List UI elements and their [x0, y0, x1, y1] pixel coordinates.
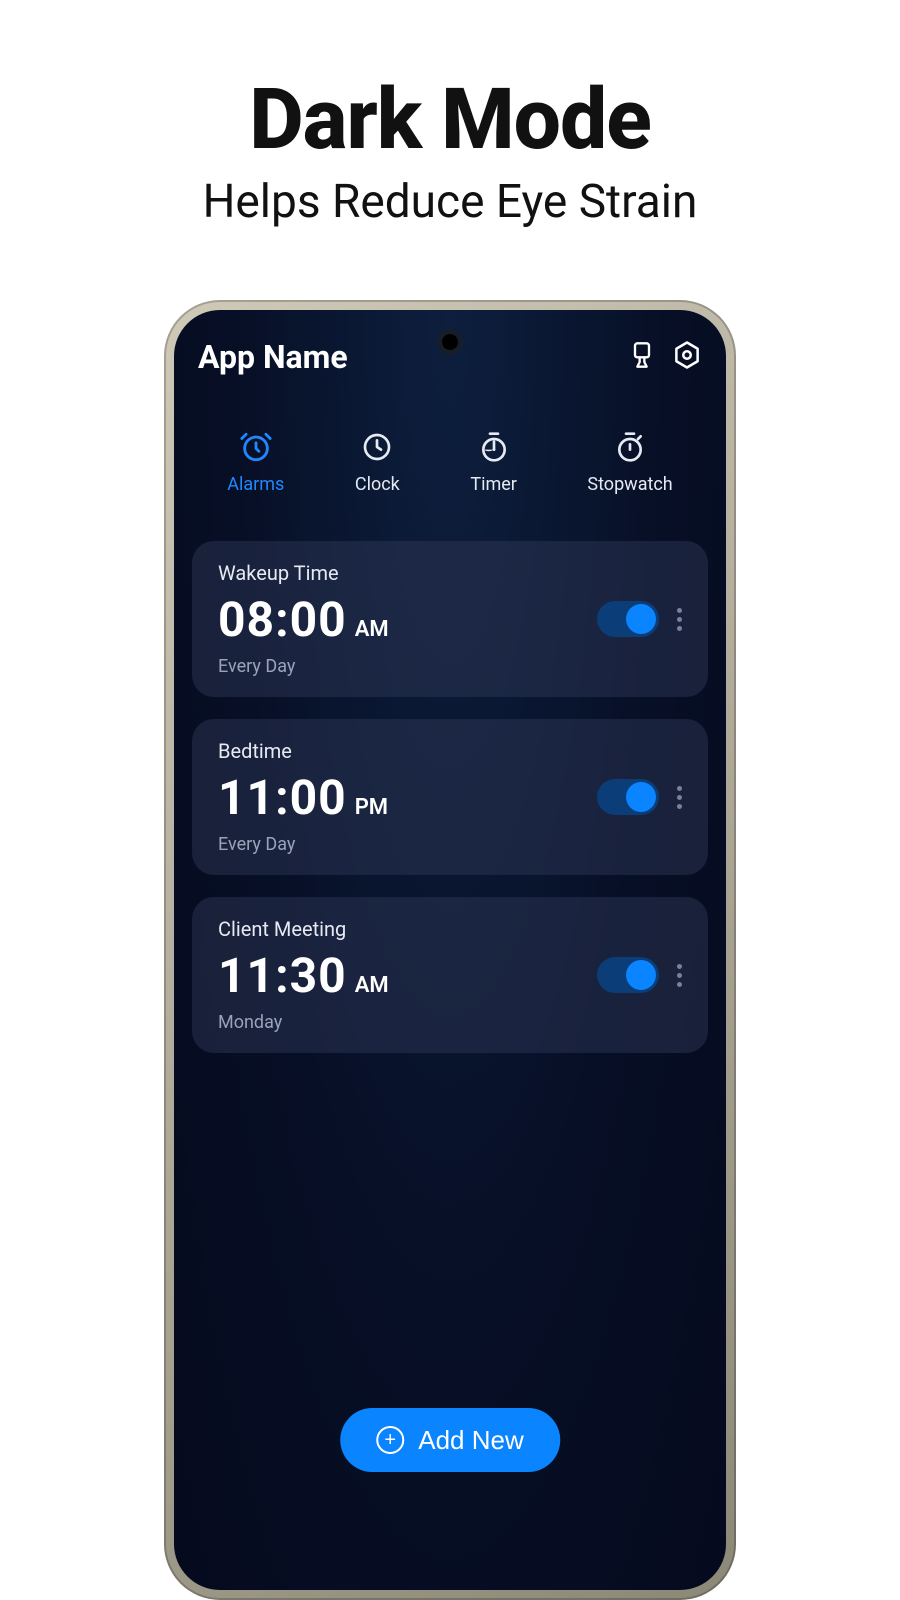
header-actions [628, 340, 702, 374]
promo-block: Dark Mode Helps Reduce Eye Strain [0, 0, 900, 229]
alarms-list: Wakeup Time 08:00 AM Every Day Bedtime [174, 495, 726, 1053]
clock-icon [361, 430, 393, 464]
alarm-label: Client Meeting [218, 917, 389, 941]
alarm-ampm: PM [355, 795, 388, 820]
tab-stopwatch[interactable]: Stopwatch [587, 430, 672, 495]
alarm-repeat: Monday [218, 1012, 389, 1033]
tab-clock[interactable]: Clock [355, 430, 400, 495]
alarm-card[interactable]: Wakeup Time 08:00 AM Every Day [192, 541, 708, 697]
alarm-actions [597, 957, 686, 993]
alarm-icon [239, 430, 273, 464]
alarm-card[interactable]: Client Meeting 11:30 AM Monday [192, 897, 708, 1053]
tab-bar: Alarms Clock Timer Stopwatch [174, 430, 726, 495]
alarm-actions [597, 779, 686, 815]
alarm-actions [597, 601, 686, 637]
more-icon[interactable] [673, 608, 686, 631]
app-title: App Name [198, 338, 348, 376]
alarm-ampm: AM [355, 973, 389, 998]
timer-icon [478, 430, 510, 464]
alarm-info: Client Meeting 11:30 AM Monday [218, 917, 389, 1033]
alarm-toggle[interactable] [597, 601, 659, 637]
tab-label: Alarms [227, 474, 284, 495]
phone-screen: App Name Alarms Clock [174, 310, 726, 1590]
alarm-time-row: 11:30 AM [218, 947, 389, 1004]
alarm-time: 11:00 [218, 769, 347, 826]
alarm-time-row: 11:00 PM [218, 769, 388, 826]
alarm-time-row: 08:00 AM [218, 591, 389, 648]
alarm-time: 08:00 [218, 591, 347, 648]
alarm-info: Bedtime 11:00 PM Every Day [218, 739, 388, 855]
add-button-label: Add New [418, 1425, 524, 1456]
alarm-info: Wakeup Time 08:00 AM Every Day [218, 561, 389, 677]
tab-label: Stopwatch [587, 474, 672, 495]
settings-icon[interactable] [672, 340, 702, 374]
camera-notch [442, 334, 458, 350]
alarm-time: 11:30 [218, 947, 347, 1004]
tab-label: Clock [355, 474, 400, 495]
alarm-label: Wakeup Time [218, 561, 389, 585]
promo-title: Dark Mode [0, 70, 900, 169]
phone-frame: App Name Alarms Clock [164, 300, 736, 1600]
tab-alarms[interactable]: Alarms [227, 430, 284, 495]
more-icon[interactable] [673, 786, 686, 809]
alarm-card[interactable]: Bedtime 11:00 PM Every Day [192, 719, 708, 875]
alarm-ampm: AM [355, 617, 389, 642]
alarm-toggle[interactable] [597, 779, 659, 815]
brush-icon[interactable] [628, 341, 656, 373]
tab-timer[interactable]: Timer [470, 430, 517, 495]
tab-label: Timer [470, 474, 517, 495]
alarm-toggle[interactable] [597, 957, 659, 993]
alarm-repeat: Every Day [218, 834, 388, 855]
plus-icon: + [376, 1426, 404, 1454]
stopwatch-icon [614, 430, 646, 464]
alarm-label: Bedtime [218, 739, 388, 763]
add-new-button[interactable]: + Add New [340, 1408, 560, 1472]
more-icon[interactable] [673, 964, 686, 987]
alarm-repeat: Every Day [218, 656, 389, 677]
promo-subtitle: Helps Reduce Eye Strain [0, 175, 900, 229]
